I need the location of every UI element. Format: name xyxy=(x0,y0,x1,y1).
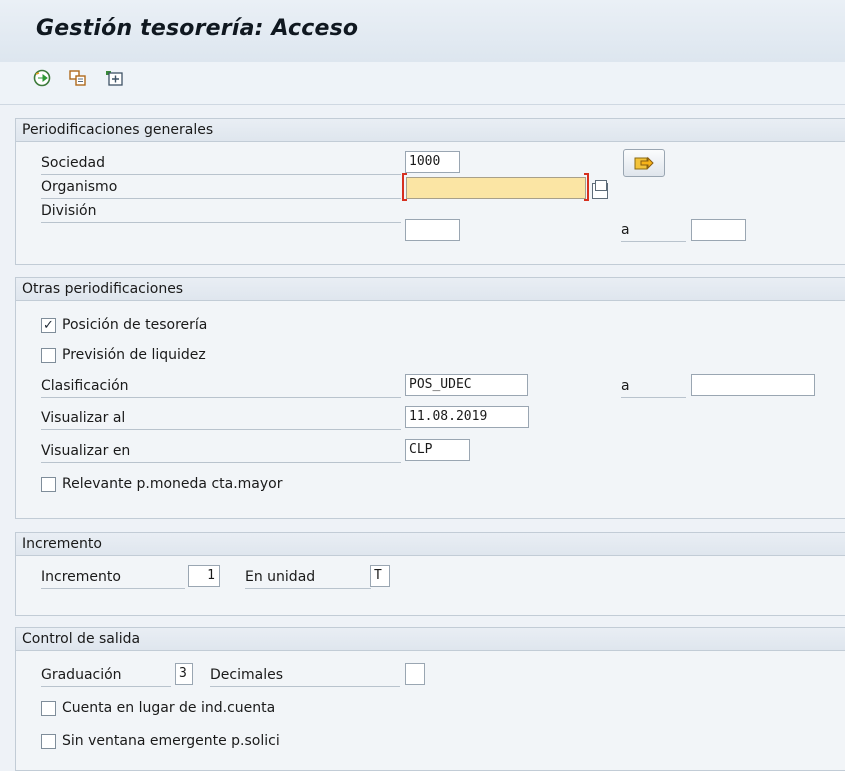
organismo-input[interactable] xyxy=(406,177,586,199)
application-toolbar xyxy=(0,62,845,105)
panel-incremento: Incremento Incremento 1 En unidad T xyxy=(15,532,845,616)
sin-ventana-checkbox[interactable] xyxy=(41,734,56,749)
execute-icon[interactable] xyxy=(32,68,52,88)
unidad-input[interactable]: T xyxy=(370,565,390,587)
sociedad-input[interactable]: 1000 xyxy=(405,151,460,173)
division-from-input[interactable] xyxy=(405,219,460,241)
prevision-label: Previsión de liquidez xyxy=(62,347,206,363)
next-screen-button[interactable] xyxy=(623,149,665,177)
posicion-checkbox[interactable]: ✓ xyxy=(41,318,56,333)
label-en-unidad: En unidad xyxy=(245,566,371,589)
cuenta-checkbox[interactable] xyxy=(41,701,56,716)
label-graduacion: Graduación xyxy=(41,664,171,687)
clasificacion-to-input[interactable] xyxy=(691,374,815,396)
matchcode-button[interactable] xyxy=(592,180,608,199)
panel-header: Periodificaciones generales xyxy=(16,119,845,142)
division-to-input[interactable] xyxy=(691,219,746,241)
label-visualizar-en: Visualizar en xyxy=(41,440,401,463)
label-organismo: Organismo xyxy=(41,176,401,199)
panel-otras-periodificaciones: Otras periodificaciones ✓ Posición de te… xyxy=(15,277,845,519)
label-sociedad: Sociedad xyxy=(41,152,401,175)
panel-header: Control de salida xyxy=(16,628,845,651)
selection-options-icon[interactable] xyxy=(104,68,124,88)
visualizar-al-input[interactable]: 11.08.2019 xyxy=(405,406,529,428)
panel-header: Otras periodificaciones xyxy=(16,278,845,301)
panel-periodificaciones-generales: Periodificaciones generales Sociedad 100… xyxy=(15,118,845,265)
decimales-input[interactable] xyxy=(405,663,425,685)
label-clasificacion-to: a xyxy=(621,375,686,398)
copy-variant-icon[interactable] xyxy=(68,68,88,88)
graduacion-input[interactable]: 3 xyxy=(175,663,193,685)
prevision-checkbox[interactable] xyxy=(41,348,56,363)
visualizar-en-input[interactable]: CLP xyxy=(405,439,470,461)
label-incremento: Incremento xyxy=(41,566,185,589)
page-title: Gestión tesorería: Acceso xyxy=(36,16,359,41)
relevante-checkbox[interactable] xyxy=(41,477,56,492)
label-decimales: Decimales xyxy=(210,664,400,687)
next-screen-icon xyxy=(634,156,654,170)
required-marker-right xyxy=(584,173,589,201)
relevante-label: Relevante p.moneda cta.mayor xyxy=(62,476,283,492)
posicion-label: Posición de tesorería xyxy=(62,317,208,333)
panel-control-de-salida: Control de salida Graduación 3 Decimales… xyxy=(15,627,845,771)
incremento-input[interactable]: 1 xyxy=(188,565,220,587)
title-bar: Gestión tesorería: Acceso xyxy=(0,0,845,63)
label-visualizar-al: Visualizar al xyxy=(41,407,401,430)
panel-header: Incremento xyxy=(16,533,845,556)
clasificacion-from-input[interactable]: POS_UDEC xyxy=(405,374,528,396)
label-division: División xyxy=(41,200,401,223)
cuenta-label: Cuenta en lugar de ind.cuenta xyxy=(62,700,276,716)
label-clasificacion: Clasificación xyxy=(41,375,401,398)
label-division-to: a xyxy=(621,219,686,242)
sin-ventana-label: Sin ventana emergente p.solici xyxy=(62,733,280,749)
